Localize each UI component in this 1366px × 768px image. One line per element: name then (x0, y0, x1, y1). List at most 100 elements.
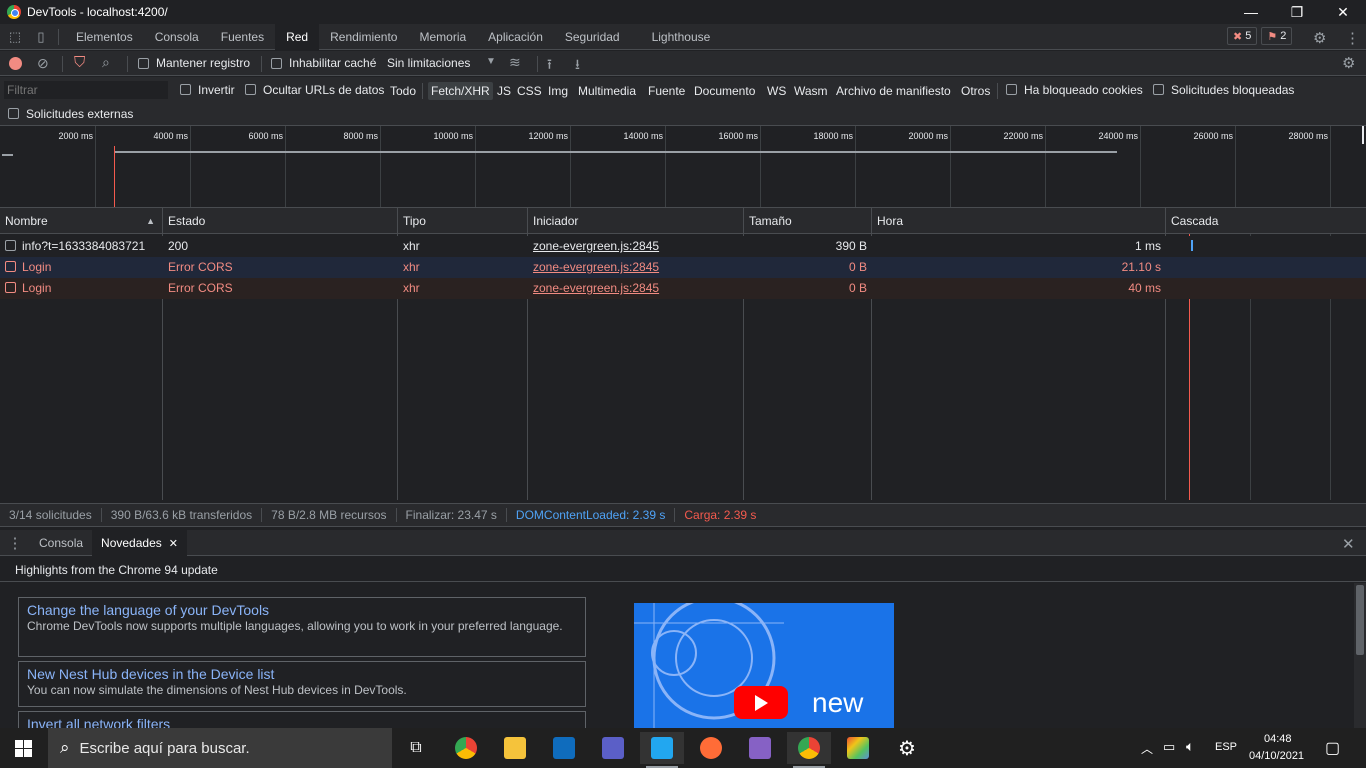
inspect-element-icon[interactable]: ⬚ (0, 29, 30, 45)
tab-fuentes[interactable]: Fuentes (210, 24, 275, 50)
windows-start-icon[interactable] (15, 740, 32, 757)
settings-gear-icon[interactable]: ⚙ (885, 732, 929, 764)
network-overview[interactable]: 2000 ms 4000 ms 6000 ms 8000 ms 10000 ms… (0, 126, 1366, 208)
filter-type-css[interactable]: CSS (514, 82, 545, 100)
filter-type-fetch-xhr[interactable]: Fetch/XHR (428, 82, 493, 100)
throttling-select[interactable]: Sin limitaciones (387, 56, 470, 70)
volume-icon[interactable]: 🔈︎ (1186, 738, 1194, 755)
notifications-icon[interactable]: ▢ (1325, 738, 1340, 758)
tab-consola[interactable]: Consola (144, 24, 210, 50)
blocked-requests-checkbox[interactable] (1153, 84, 1164, 95)
tab-red[interactable]: Red (275, 23, 320, 50)
record-icon[interactable] (9, 57, 22, 70)
settings-gear-icon[interactable]: ⚙ (1313, 29, 1326, 47)
col-header-waterfall[interactable]: Cascada (1166, 208, 1366, 234)
divider (0, 581, 1366, 582)
initiator-link[interactable]: zone-evergreen.js:2845 (528, 257, 744, 278)
filter-type-multimedia[interactable]: Multimedia (575, 82, 639, 100)
restore-button[interactable]: ❐ (1274, 0, 1320, 24)
chrome-taskbar-icon[interactable] (444, 732, 488, 764)
chevron-down-icon[interactable]: ▼ (486, 56, 496, 67)
scrollbar-thumb[interactable] (1356, 585, 1364, 655)
filter-type-manifest[interactable]: Archivo de manifiesto (833, 82, 954, 100)
filter-type-todo[interactable]: Todo (387, 82, 419, 100)
table-row[interactable]: Login Error CORS xhr zone-evergreen.js:2… (0, 257, 1366, 278)
video-thumbnail[interactable]: new (634, 603, 894, 728)
tab-lighthouse[interactable]: Lighthouse (641, 24, 722, 50)
chevron-up-icon[interactable]: ︿ (1141, 740, 1153, 757)
task-view-icon[interactable]: ⧉ (394, 732, 438, 764)
minimize-button[interactable]: — (1228, 0, 1274, 24)
close-tab-icon[interactable]: ✕ (169, 538, 178, 550)
clock-time[interactable]: 04:48 (1264, 733, 1292, 745)
disable-cache-checkbox[interactable] (271, 58, 282, 69)
col-header-status[interactable]: Estado (163, 208, 398, 234)
tick-label: 8000 ms (343, 131, 378, 141)
issues-count-badge[interactable]: ⚑ 2 (1261, 27, 1293, 45)
search-icon[interactable]: ⌕ (102, 54, 110, 71)
vscode-icon[interactable] (640, 732, 684, 768)
drawer-menu-icon[interactable]: ⋮ (0, 534, 30, 552)
more-options-icon[interactable]: ⋮ (1345, 29, 1360, 47)
clear-icon[interactable]: ⊘ (37, 55, 49, 72)
tab-memoria[interactable]: Memoria (408, 24, 477, 50)
tab-elementos[interactable]: Elementos (65, 24, 144, 50)
error-count-badge[interactable]: ✖ 5 (1227, 27, 1258, 45)
filter-type-wasm[interactable]: Wasm (791, 82, 831, 100)
range-handle[interactable] (1362, 126, 1364, 144)
device-toolbar-icon[interactable]: ▯ (30, 29, 52, 45)
drawer-tab-novedades[interactable]: Novedades ✕ (92, 529, 187, 556)
network-settings-icon[interactable]: ⚙ (1342, 54, 1355, 72)
filter-type-img[interactable]: Img (545, 82, 571, 100)
col-header-initiator[interactable]: Iniciador (528, 208, 744, 234)
clock-date[interactable]: 04/10/2021 (1249, 750, 1304, 762)
tab-rendimiento[interactable]: Rendimiento (319, 24, 408, 50)
filter-type-otros[interactable]: Otros (958, 82, 993, 100)
filter-type-fuente[interactable]: Fuente (645, 82, 688, 100)
import-har-icon[interactable]: ⭱ (547, 54, 552, 78)
teams-icon[interactable] (591, 732, 635, 764)
news-card-title[interactable]: New Nest Hub devices in the Device list (27, 666, 577, 682)
filter-type-ws[interactable]: WS (764, 82, 789, 100)
filter-input[interactable] (4, 81, 168, 99)
filter-type-documento[interactable]: Documento (691, 82, 758, 100)
scrollbar[interactable] (1354, 583, 1366, 728)
git-kraken-icon[interactable] (836, 732, 880, 764)
col-header-type[interactable]: Tipo (398, 208, 528, 234)
network-icon[interactable]: ▭ (1163, 739, 1175, 755)
invert-checkbox[interactable] (180, 84, 191, 95)
col-header-name[interactable]: Nombre ▲ (0, 208, 163, 234)
col-header-time[interactable]: Hora (872, 208, 1166, 234)
network-conditions-icon[interactable]: ≋ (509, 54, 521, 71)
export-har-icon[interactable]: ⭳ (575, 54, 580, 78)
initiator-link[interactable]: zone-evergreen.js:2845 (528, 278, 744, 299)
news-card[interactable]: Change the language of your DevTools Chr… (18, 597, 586, 657)
youtube-play-icon[interactable] (734, 686, 788, 719)
blocked-cookies-checkbox[interactable] (1006, 84, 1017, 95)
preserve-log-checkbox[interactable] (138, 58, 149, 69)
table-row[interactable]: info?t=1633384083721 200 xhr zone-evergr… (0, 236, 1366, 257)
initiator-link[interactable]: zone-evergreen.js:2845 (528, 236, 744, 257)
third-party-checkbox[interactable] (8, 108, 19, 119)
filter-icon[interactable]: ⛉ (74, 54, 85, 71)
table-row[interactable]: Login Error CORS xhr zone-evergreen.js:2… (0, 278, 1366, 299)
outlook-icon[interactable] (542, 732, 586, 764)
visual-studio-icon[interactable] (738, 732, 782, 764)
news-card[interactable]: Invert all network filters (18, 711, 586, 728)
language-indicator[interactable]: ESP (1215, 741, 1237, 753)
news-card-title[interactable]: Invert all network filters (27, 716, 577, 728)
drawer-tab-consola[interactable]: Consola (30, 530, 92, 556)
tab-aplicacion[interactable]: Aplicación (477, 24, 554, 50)
tab-seguridad[interactable]: Seguridad (554, 24, 631, 50)
chrome-devtools-taskbar-icon[interactable] (787, 732, 831, 768)
news-card[interactable]: New Nest Hub devices in the Device list … (18, 661, 586, 707)
close-drawer-icon[interactable]: ✕ (1342, 535, 1355, 553)
col-header-size[interactable]: Tamaño (744, 208, 872, 234)
postman-icon[interactable] (689, 732, 733, 764)
news-card-title[interactable]: Change the language of your DevTools (27, 602, 577, 618)
filter-type-js[interactable]: JS (494, 82, 514, 100)
close-window-button[interactable]: ✕ (1320, 0, 1366, 24)
hide-data-urls-checkbox[interactable] (245, 84, 256, 95)
file-explorer-icon[interactable] (493, 732, 537, 764)
taskbar-search-box[interactable]: ⌕ Escribe aquí para buscar. (48, 728, 392, 768)
